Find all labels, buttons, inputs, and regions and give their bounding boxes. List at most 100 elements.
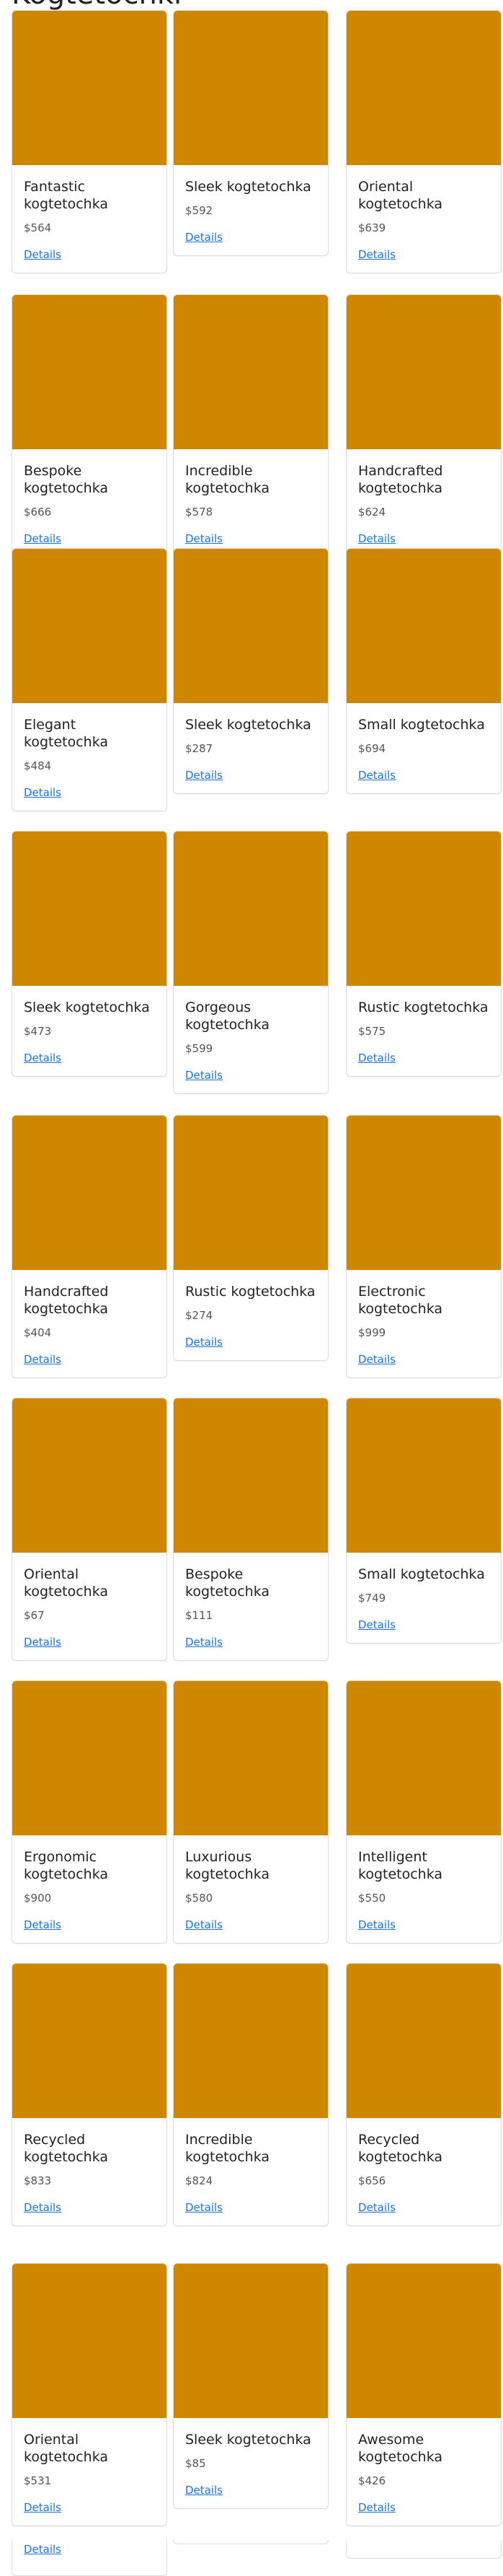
- details-link[interactable]: Details: [24, 532, 61, 545]
- details-link[interactable]: Details: [24, 1051, 61, 1064]
- card-body: Oriental kogtetochka $67 Details: [12, 1553, 166, 1660]
- details-link[interactable]: Details: [185, 1069, 223, 1082]
- details-link[interactable]: Details: [24, 248, 61, 261]
- product-image: [12, 295, 166, 449]
- product-price: $404: [24, 1326, 52, 1339]
- details-link[interactable]: Details: [24, 786, 61, 799]
- product-image: [174, 832, 328, 986]
- product-name: Incredible kogtetochka: [185, 463, 270, 496]
- details-link[interactable]: Details: [358, 2201, 396, 2214]
- card-body: Small kogtetochka $749 Details: [347, 1553, 501, 1643]
- partial-card-bottom: [346, 2540, 502, 2559]
- details-link[interactable]: Details: [185, 231, 223, 244]
- product-image: [347, 2264, 501, 2418]
- product-image: [12, 832, 166, 986]
- product-card: Awesome kogtetochka $426 Details: [346, 2263, 502, 2526]
- details-link[interactable]: Details: [185, 532, 223, 545]
- details-link[interactable]: Details: [358, 532, 396, 545]
- product-image: [12, 1116, 166, 1270]
- product-name: Oriental kogtetochka: [24, 1566, 109, 1600]
- product-price: $900: [24, 1892, 52, 1905]
- product-image: [12, 1398, 166, 1553]
- product-card: Elegant kogtetochka $484 Details: [12, 548, 167, 811]
- details-link[interactable]: Details: [358, 2501, 396, 2514]
- product-card: Oriental kogtetochka $67 Details: [12, 1398, 167, 1661]
- details-link[interactable]: Details: [185, 1336, 223, 1349]
- card-body: Incredible kogtetochka $578 Details: [174, 449, 328, 557]
- details-link[interactable]: Details: [358, 1051, 396, 1064]
- product-price: $550: [358, 1892, 386, 1905]
- card-body: Rustic kogtetochka $575 Details: [347, 986, 501, 1076]
- details-link[interactable]: Details: [185, 769, 223, 782]
- product-name: Intelligent kogtetochka: [358, 1849, 443, 1882]
- product-price: $599: [185, 1042, 213, 1055]
- card-body: Ergonomic kogtetochka $900 Details: [12, 1835, 166, 1943]
- product-price: $833: [24, 2174, 52, 2187]
- product-image: [12, 2264, 166, 2418]
- details-link[interactable]: Details: [24, 2543, 61, 2556]
- product-name: Small kogtetochka: [358, 717, 485, 733]
- details-link[interactable]: Details: [24, 2501, 61, 2514]
- product-card: Gorgeous kogtetochka $599 Details: [173, 831, 329, 1094]
- details-link[interactable]: Details: [358, 769, 396, 782]
- details-link[interactable]: Details: [358, 1918, 396, 1931]
- product-card: Small kogtetochka $749 Details: [346, 1398, 502, 1644]
- product-card: Small kogtetochka $694 Details: [346, 548, 502, 794]
- product-name: Handcrafted kogtetochka: [24, 1284, 109, 1317]
- product-image: [347, 1398, 501, 1553]
- product-card: Incredible kogtetochka $578 Details: [173, 294, 329, 557]
- product-name: Luxurious kogtetochka: [185, 1849, 270, 1882]
- card-body: Small kogtetochka $694 Details: [347, 703, 501, 793]
- details-link[interactable]: Details: [24, 1353, 61, 1366]
- details-link[interactable]: Details: [24, 1918, 61, 1931]
- product-price: $484: [24, 759, 52, 772]
- card-body: Intelligent kogtetochka $550 Details: [347, 1835, 501, 1943]
- details-link[interactable]: Details: [185, 1918, 223, 1931]
- product-image: [174, 1116, 328, 1270]
- details-link[interactable]: Details: [24, 1636, 61, 1649]
- product-price: $666: [24, 506, 52, 519]
- product-name: Bespoke kogtetochka: [24, 463, 109, 496]
- product-price: $592: [185, 204, 213, 217]
- card-body: Luxurious kogtetochka $580 Details: [174, 1835, 328, 1943]
- partial-card-bottom: [173, 2540, 329, 2544]
- card-body: Handcrafted kogtetochka $624 Details: [347, 449, 501, 557]
- product-image: [347, 1964, 501, 2118]
- details-link[interactable]: Details: [185, 2484, 223, 2497]
- product-card: Recycled kogtetochka $833 Details: [12, 1963, 167, 2226]
- details-link[interactable]: Details: [358, 1353, 396, 1366]
- card-body: Awesome kogtetochka $426 Details: [347, 2418, 501, 2526]
- product-card: Sleek kogtetochka $473 Details: [12, 831, 167, 1077]
- details-link[interactable]: Details: [358, 1618, 396, 1631]
- card-body: Gorgeous kogtetochka $599 Details: [174, 986, 328, 1093]
- product-card: Rustic kogtetochka $575 Details: [346, 831, 502, 1077]
- card-body: Oriental kogtetochka $639 Details: [347, 165, 501, 273]
- product-image: [347, 1116, 501, 1270]
- product-image: [174, 1681, 328, 1835]
- details-link[interactable]: Details: [358, 248, 396, 261]
- product-name: Bespoke kogtetochka: [185, 1566, 270, 1600]
- product-price: $564: [24, 221, 52, 234]
- product-name: Recycled kogtetochka: [24, 2132, 109, 2165]
- product-name: Rustic kogtetochka: [358, 1000, 489, 1015]
- details-link[interactable]: Details: [185, 2201, 223, 2214]
- product-name: Sleek kogtetochka: [24, 1000, 150, 1015]
- card-body: Oriental kogtetochka $531 Details: [12, 2418, 166, 2526]
- product-image: [12, 1681, 166, 1835]
- product-card: Intelligent kogtetochka $550 Details: [346, 1680, 502, 1944]
- product-name: Sleek kogtetochka: [185, 179, 311, 195]
- product-image: [347, 11, 501, 165]
- product-name: Oriental kogtetochka: [24, 2432, 109, 2465]
- product-price: $639: [358, 221, 386, 234]
- product-price: $426: [358, 2474, 386, 2487]
- details-link[interactable]: Details: [24, 2201, 61, 2214]
- product-card: Sleek kogtetochka $592 Details: [173, 10, 329, 256]
- product-card: Bespoke kogtetochka $666 Details: [12, 294, 167, 557]
- card-body: Recycled kogtetochka $656 Details: [347, 2118, 501, 2226]
- product-price: $67: [24, 1609, 45, 1622]
- product-price: $624: [358, 506, 386, 519]
- card-body: Electronic kogtetochka $999 Details: [347, 1270, 501, 1377]
- product-name: Handcrafted kogtetochka: [358, 463, 443, 496]
- product-card: Incredible kogtetochka $824 Details: [173, 1963, 329, 2226]
- details-link[interactable]: Details: [185, 1636, 223, 1649]
